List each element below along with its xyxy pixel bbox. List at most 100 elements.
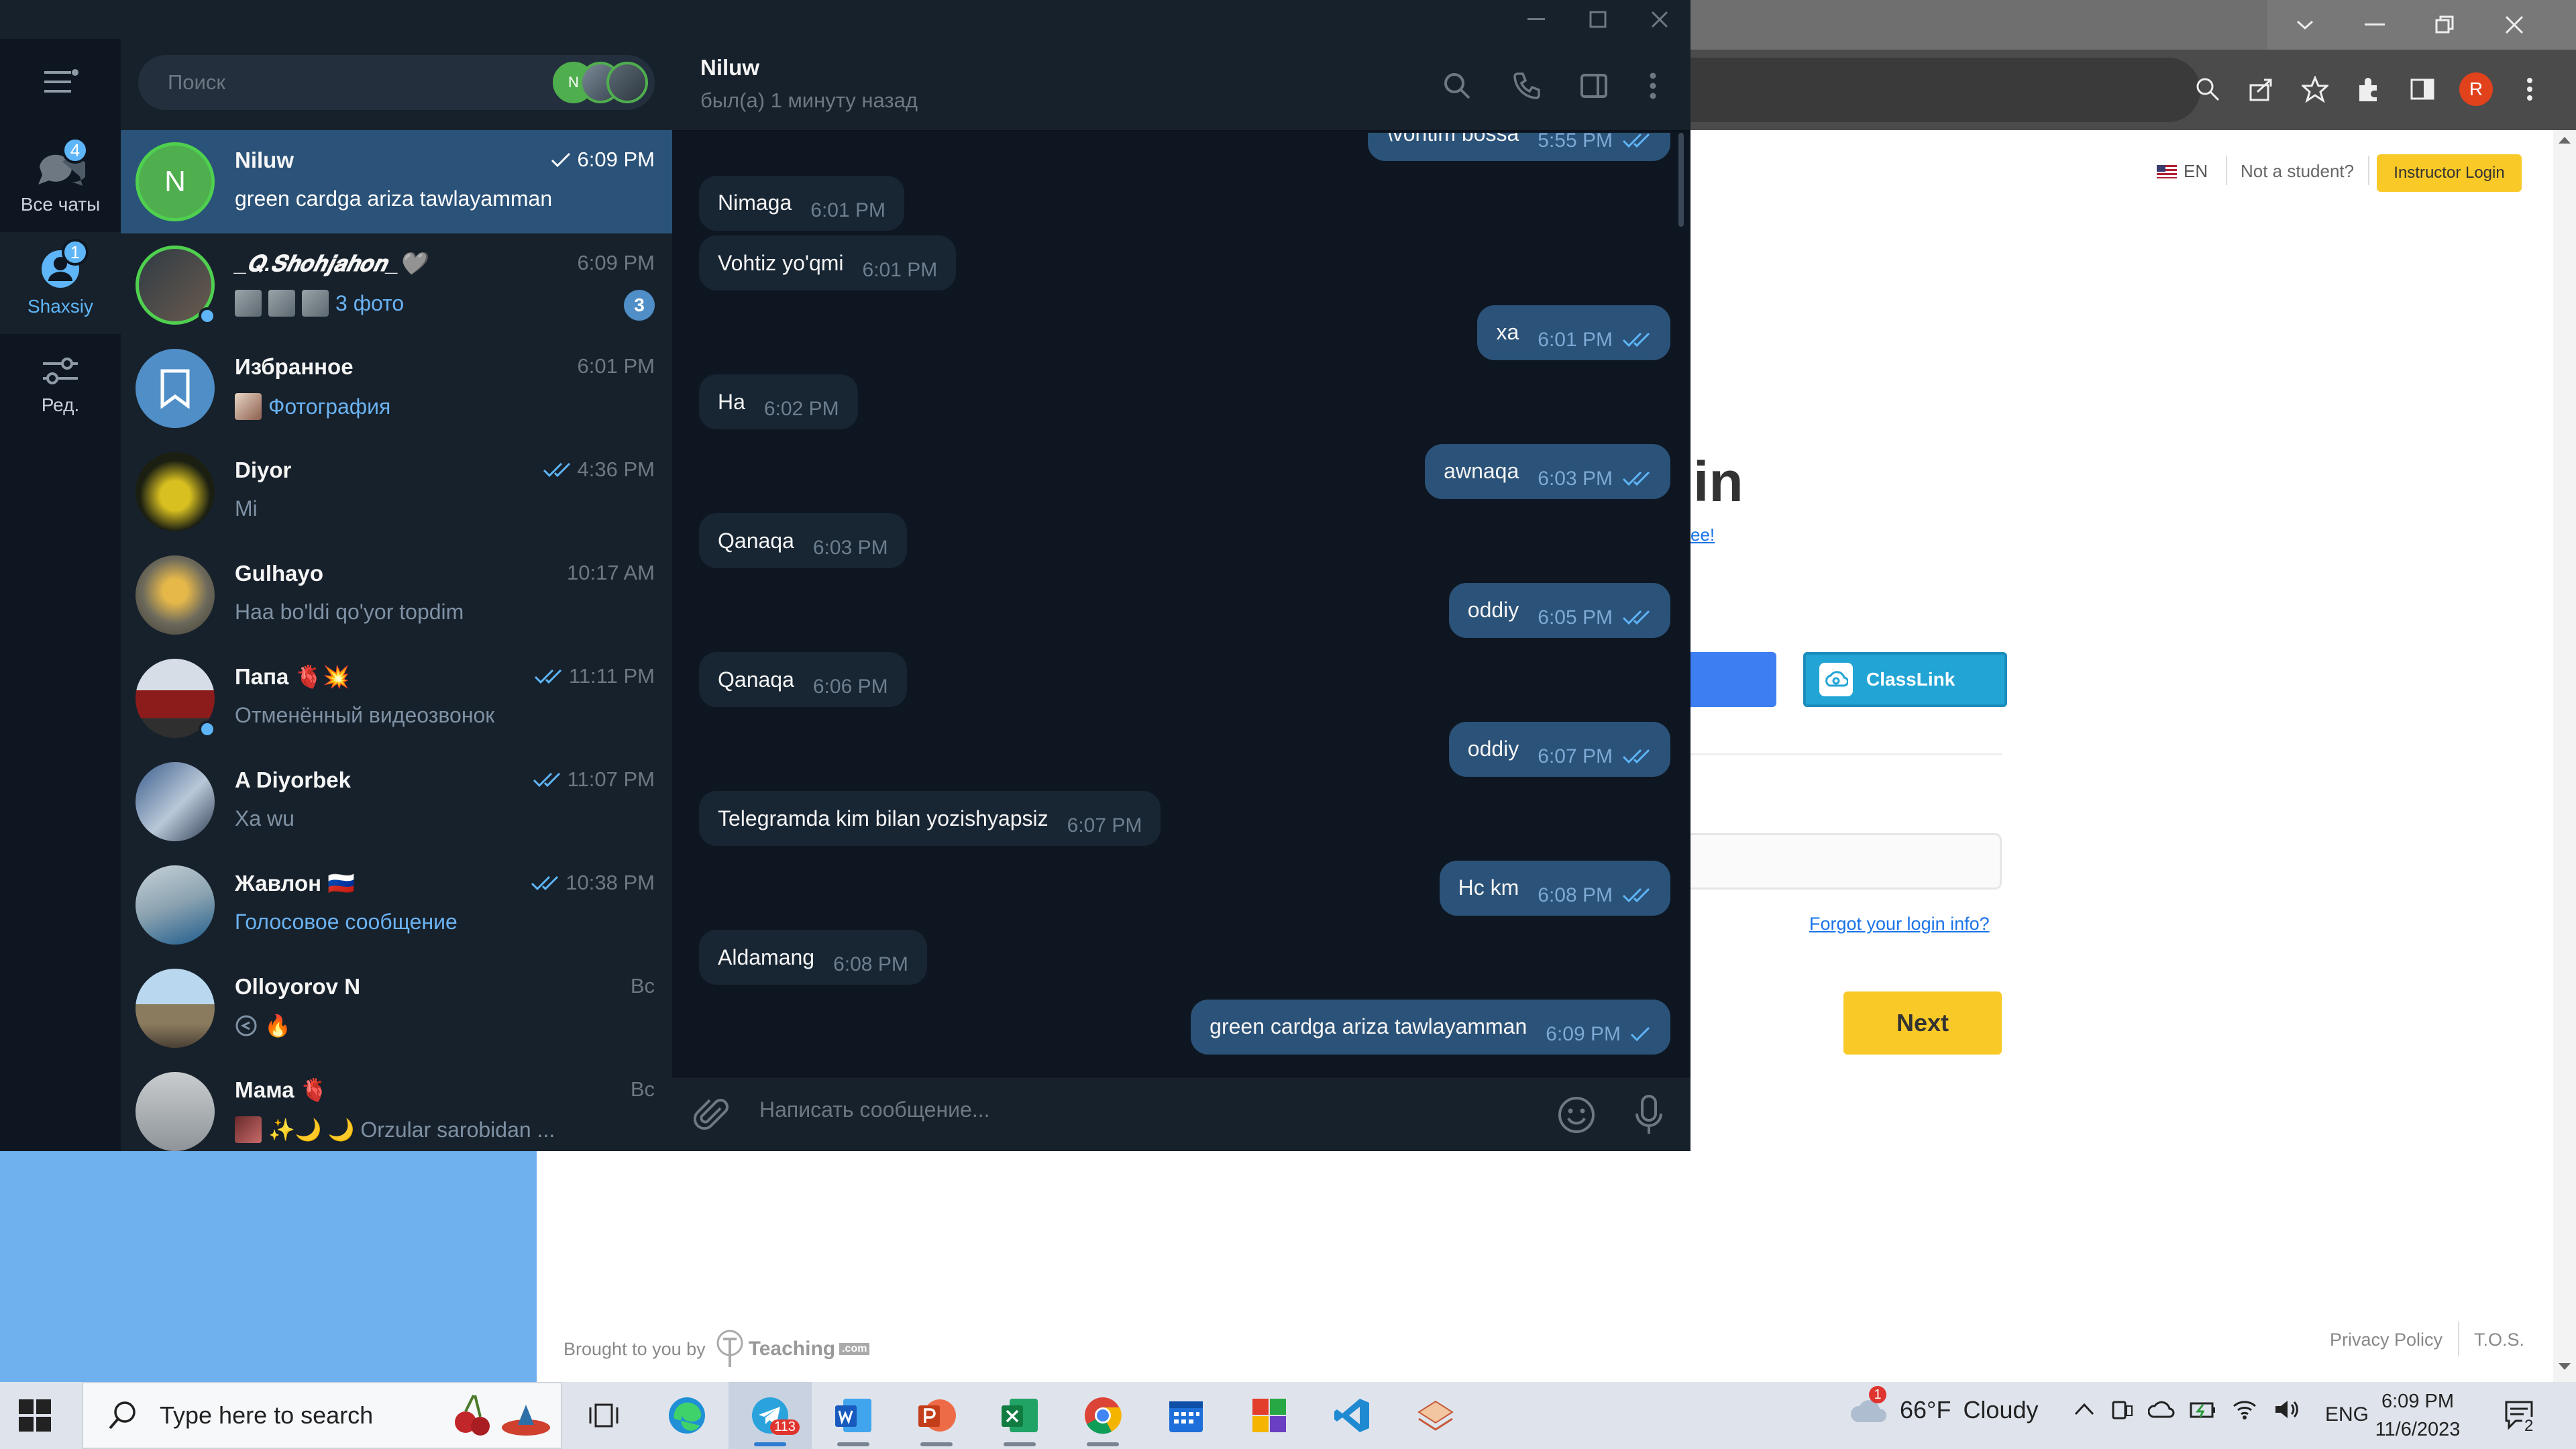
attach-icon[interactable] [694,1096,731,1134]
chat-item-niluw[interactable]: N Niluw 6:09 PM green cardga ariza tawla… [121,130,672,233]
sso-login-button[interactable] [1690,652,1776,707]
input-language[interactable]: ENG [2325,1403,2369,1426]
share-icon[interactable] [2241,68,2282,110]
taskbar-telegram[interactable]: 113 [729,1382,812,1449]
color-grid-icon [1252,1399,1286,1432]
close-button[interactable] [2479,0,2549,50]
search-input[interactable]: Поиск N [138,55,655,110]
extensions-icon[interactable] [2348,68,2390,110]
menu-kebab-icon[interactable] [2509,68,2551,110]
chat-item-a-diyorbek[interactable]: A Diyorbek 11:07 PM Xa wu [121,750,672,853]
message-history[interactable]: \vohtim bossa 5:55 PM Nimaga 6:01 PM Vohtiz … [672,133,1690,1076]
incoming-message[interactable]: Qanaqa 6:06 PM [699,652,907,707]
taskbar-search[interactable]: Type here to search [82,1382,562,1449]
wifi-icon[interactable] [2231,1398,2258,1421]
taskbar-app-misc[interactable] [1394,1382,1477,1449]
read-check-icon [543,462,570,477]
message-text: Telegramda kim bilan yozishyapsiz [718,806,1049,830]
taskbar-chrome[interactable] [1061,1382,1144,1449]
login-input[interactable] [1690,833,2002,890]
main-menu-icon[interactable] [42,68,79,95]
forgot-login-link[interactable]: Forgot your login info? [1809,914,1990,934]
instructor-login-button[interactable]: Instructor Login [2377,154,2522,192]
outgoing-message[interactable]: Hc km 6:08 PM [1439,860,1670,916]
phone-call-icon[interactable] [1507,66,1547,106]
weather-widget[interactable]: 1 66°F Cloudy [1849,1386,2039,1425]
outgoing-message[interactable]: xa 6:01 PM [1477,305,1670,360]
notification-center[interactable]: 2 [2504,1399,2537,1436]
outgoing-message[interactable]: green cardga ariza tawlayamman 6:09 PM [1191,999,1670,1055]
incoming-message[interactable]: Aldamang 6:08 PM [699,930,927,985]
taskbar-word[interactable] [812,1382,895,1449]
device-icon[interactable] [2110,1398,2133,1421]
outgoing-message[interactable]: \vohtim bossa 5:55 PM [1367,133,1670,161]
onedrive-icon[interactable] [2148,1398,2175,1421]
chat-item-mama[interactable]: Мама 🫀 Вс ✨🌙 🌙 Orzular sarobidan ... [121,1060,672,1151]
incoming-message[interactable]: Telegramda kim bilan yozishyapsiz 6:07 PM [699,791,1161,846]
outgoing-message[interactable]: oddiy 6:05 PM [1448,582,1670,638]
stories-bar[interactable]: N [553,62,648,103]
tg-maximize-button[interactable] [1567,0,1629,39]
avatar [136,555,215,635]
task-view-button[interactable] [562,1382,645,1449]
taskbar-powerpoint[interactable] [895,1382,978,1449]
login-sub-link[interactable]: ee! [1690,525,1715,545]
incoming-message[interactable]: Qanaqa 6:03 PM [699,513,907,568]
taskbar-vscode[interactable] [1311,1382,1394,1449]
chat-item-shohjahon[interactable]: _𝑸.𝑺𝒉𝒐𝒉𝒋𝒂𝒉𝒐𝒏_🩶 6:09 PM 3 фото 3 [121,233,672,337]
folder-all-chats[interactable]: Все чаты 4 [0,130,121,232]
chrome-icon [1085,1397,1122,1434]
outgoing-message[interactable]: awnaqa 6:03 PM [1425,443,1670,499]
tab-search-icon[interactable] [2270,0,2340,50]
zoom-icon[interactable] [2187,68,2229,110]
clock[interactable]: 6:09 PM 11/6/2023 [2371,1387,2465,1444]
page-scrollbar[interactable] [2553,130,2576,1382]
chat-item-saved[interactable]: Избранное 6:01 PM Фотография [121,337,672,440]
sidepanel-icon[interactable] [2402,68,2443,110]
chat-item-papa[interactable]: Папа 🫀💥 11:11 PM Отменённый видеозвонок [121,647,672,750]
privacy-policy-link[interactable]: Privacy Policy [2330,1330,2443,1350]
incoming-message[interactable]: Nimaga 6:01 PM [699,175,904,231]
message-input[interactable]: Написать сообщение... [759,1097,989,1122]
folder-edit[interactable]: Ред. [0,334,121,436]
chat-preview: 🔥 [235,1013,291,1038]
battery-charging-icon[interactable] [2190,1398,2216,1421]
outgoing-message[interactable]: oddiy 6:07 PM [1448,721,1670,777]
folder-shaxsiy[interactable]: Shaxsiy 1 [0,232,121,334]
next-button[interactable]: Next [1843,991,2002,1055]
chevron-up-icon[interactable] [2073,1398,2096,1421]
incoming-message[interactable]: Vohtiz yo'qmi 6:01 PM [699,235,957,290]
microphone-icon[interactable] [1633,1093,1665,1136]
volume-icon[interactable] [2273,1398,2300,1421]
chat-item-diyor[interactable]: Diyor 4:36 PM Mi [121,440,672,543]
message-text: green cardga ariza tawlayamman [1210,1014,1527,1038]
profile-avatar[interactable]: R [2455,68,2497,110]
language-selector[interactable]: EN [2157,161,2208,182]
chat-header[interactable]: Niluw был(а) 1 минуту назад [672,39,1690,131]
address-bar[interactable] [1690,58,2200,122]
taskbar-calendar[interactable] [1144,1382,1228,1449]
tg-minimize-button[interactable] [1505,0,1567,39]
tos-link[interactable]: T.O.S. [2474,1330,2524,1350]
side-panel-icon[interactable] [1574,66,1614,106]
bookmark-star-icon[interactable] [2294,68,2336,110]
taskbar-app-colors[interactable] [1228,1382,1311,1449]
taskbar-edge[interactable] [645,1382,729,1449]
emoji-icon[interactable] [1556,1095,1597,1135]
unread-badge: 4 [62,137,89,164]
chat-item-olloyorov[interactable]: Olloyorov N Вс 🔥 [121,957,672,1060]
tg-close-button[interactable] [1629,0,1690,39]
chat-item-gulhayo[interactable]: Gulhayo 10:17 AM Haa bo'ldi qo'yor topdi… [121,543,672,647]
classlink-button[interactable]: ClassLink [1803,652,2007,707]
divider [2458,1322,2459,1356]
incoming-message[interactable]: Ha 6:02 PM [699,374,858,429]
message-scrollbar[interactable] [1678,133,1684,227]
restore-button[interactable] [2410,0,2479,50]
search-icon[interactable] [1437,66,1477,106]
teaching-logo[interactable]: Teaching .com [715,1328,870,1370]
minimize-button[interactable] [2340,0,2410,50]
chat-item-javlon[interactable]: Жавлон 🇷🇺 10:38 PM Голосовое сообщение [121,853,672,957]
taskbar-excel[interactable] [978,1382,1061,1449]
start-button[interactable] [19,1399,51,1432]
more-options-icon[interactable] [1633,66,1673,106]
